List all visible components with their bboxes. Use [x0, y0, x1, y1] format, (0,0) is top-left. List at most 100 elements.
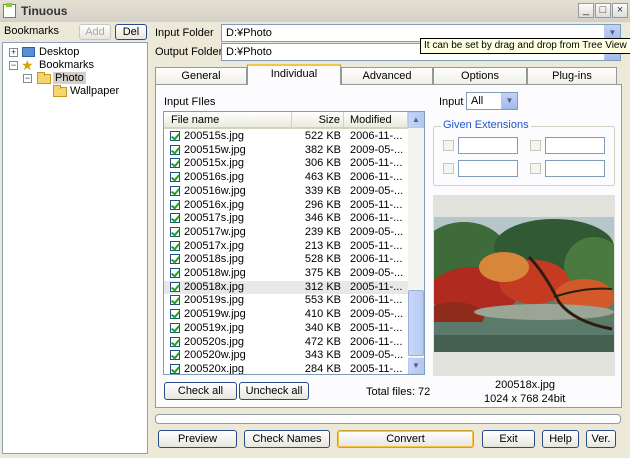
file-size: 346 KB	[304, 212, 341, 224]
row-checkbox[interactable]	[170, 172, 180, 182]
extension-input[interactable]	[545, 137, 605, 154]
table-row[interactable]: 200517x.jpg 213 KB 2005-11-...	[164, 240, 408, 253]
row-checkbox[interactable]	[170, 309, 180, 319]
row-checkbox[interactable]	[170, 282, 180, 292]
maximize-button[interactable]: □	[595, 3, 611, 18]
table-row[interactable]: 200519s.jpg 553 KB 2006-11-...	[164, 294, 408, 307]
table-row[interactable]: 200519x.jpg 340 KB 2005-11-...	[164, 322, 408, 335]
table-row[interactable]: 200516x.jpg 296 KB 2005-11-...	[164, 199, 408, 212]
extension-checkbox[interactable]	[530, 163, 541, 174]
table-row[interactable]: 200515w.jpg 382 KB 2009-05-...	[164, 144, 408, 157]
extension-checkbox[interactable]	[443, 163, 454, 174]
close-button[interactable]: ×	[612, 3, 628, 18]
collapse-icon[interactable]: −	[9, 61, 18, 70]
row-checkbox[interactable]	[170, 337, 180, 347]
chevron-down-icon[interactable]: ▼	[501, 93, 517, 109]
row-checkbox[interactable]	[170, 350, 180, 360]
file-name: 200520s.jpg	[184, 336, 244, 348]
row-checkbox[interactable]	[170, 227, 180, 237]
row-checkbox[interactable]	[170, 323, 180, 333]
table-row[interactable]: 200517w.jpg 239 KB 2009-05-...	[164, 226, 408, 239]
table-row[interactable]: 200515s.jpg 522 KB 2006-11-...	[164, 130, 408, 143]
row-checkbox[interactable]	[170, 268, 180, 278]
row-checkbox[interactable]	[170, 158, 180, 168]
given-extensions-group	[433, 126, 615, 186]
table-row[interactable]: 200520x.jpg 284 KB 2005-11-...	[164, 363, 408, 375]
file-modified: 2006-11-...	[350, 253, 403, 265]
scroll-thumb[interactable]	[408, 290, 424, 356]
convert-button[interactable]: Convert	[337, 430, 474, 448]
input-files-list[interactable]: File name Size Modified 200515s.jpg 522 K…	[163, 111, 425, 375]
table-row[interactable]: 200519w.jpg 410 KB 2009-05-...	[164, 308, 408, 321]
input-folder-label: Input Folder	[155, 27, 214, 39]
table-row[interactable]: 200520s.jpg 472 KB 2006-11-...	[164, 336, 408, 349]
table-row[interactable]: 200518x.jpg 312 KB 2005-11-...	[164, 281, 408, 294]
row-checkbox[interactable]	[170, 186, 180, 196]
preview-button[interactable]: Preview	[158, 430, 237, 448]
tab-advanced[interactable]: Advanced	[341, 67, 433, 84]
row-checkbox[interactable]	[170, 213, 180, 223]
row-checkbox[interactable]	[170, 241, 180, 251]
title-bar[interactable]: Tinuous _ □ ×	[0, 0, 630, 22]
version-button[interactable]: Ver.	[586, 430, 616, 448]
table-row[interactable]: 200520w.jpg 343 KB 2009-05-...	[164, 349, 408, 362]
add-bookmark-button[interactable]: Add	[79, 24, 111, 40]
file-modified: 2009-05-...	[350, 308, 404, 320]
check-all-button[interactable]: Check all	[164, 382, 237, 400]
column-header-size[interactable]: Size	[292, 112, 344, 129]
exit-button[interactable]: Exit	[482, 430, 535, 448]
table-row[interactable]: 200517s.jpg 346 KB 2006-11-...	[164, 212, 408, 225]
extension-input[interactable]	[458, 137, 518, 154]
tree-node-photo[interactable]: − Photo	[23, 72, 143, 86]
table-row[interactable]: 200515x.jpg 306 KB 2005-11-...	[164, 157, 408, 170]
expand-icon[interactable]: +	[9, 48, 18, 57]
file-size: 410 KB	[304, 308, 341, 320]
file-modified: 2006-11-...	[350, 336, 403, 348]
input-folder-value: D:¥Photo	[226, 27, 272, 39]
tree-node-bookmarks[interactable]: − ★ Bookmarks	[9, 58, 139, 73]
file-name: 200516w.jpg	[184, 185, 246, 197]
file-name: 200519x.jpg	[184, 322, 244, 334]
row-checkbox[interactable]	[170, 200, 180, 210]
column-header-filename[interactable]: File name	[164, 112, 292, 129]
folder-tree[interactable]: + Desktop − ★ Bookmarks − Photo Wallpape…	[2, 42, 148, 454]
preview-info: 1024 x 768 24bit	[484, 393, 566, 405]
tree-node-wallpaper[interactable]: Wallpaper	[53, 85, 145, 99]
output-folder-label: Output Folder	[155, 46, 223, 58]
file-modified: 2009-05-...	[350, 185, 404, 197]
row-checkbox[interactable]	[170, 254, 180, 264]
collapse-icon[interactable]: −	[23, 74, 32, 83]
extension-checkbox[interactable]	[530, 140, 541, 151]
table-row[interactable]: 200518s.jpg 528 KB 2006-11-...	[164, 253, 408, 266]
extension-checkbox[interactable]	[443, 140, 454, 151]
extension-input[interactable]	[458, 160, 518, 177]
folder-open-icon	[37, 72, 51, 84]
tab-options[interactable]: Options	[433, 67, 527, 84]
table-row[interactable]: 200516w.jpg 339 KB 2009-05-...	[164, 185, 408, 198]
row-checkbox[interactable]	[170, 145, 180, 155]
list-scrollbar[interactable]: ▲ ▼	[408, 112, 424, 374]
uncheck-all-button[interactable]: Uncheck all	[239, 382, 309, 400]
column-header-modified[interactable]: Modified	[344, 112, 408, 129]
check-names-button[interactable]: Check Names	[244, 430, 330, 448]
table-row[interactable]: 200516s.jpg 463 KB 2006-11-...	[164, 171, 408, 184]
row-checkbox[interactable]	[170, 295, 180, 305]
tab-plugins[interactable]: Plug-ins	[527, 67, 617, 84]
file-size: 553 KB	[304, 294, 341, 306]
tree-label: Desktop	[39, 46, 80, 58]
row-checkbox[interactable]	[170, 131, 180, 141]
minimize-button[interactable]: _	[578, 3, 594, 18]
help-button[interactable]: Help	[542, 430, 579, 448]
tab-individual[interactable]: Individual	[247, 64, 341, 85]
extension-input[interactable]	[545, 160, 605, 177]
table-row[interactable]: 200518w.jpg 375 KB 2009-05-...	[164, 267, 408, 280]
scroll-down-icon[interactable]: ▼	[408, 358, 424, 374]
input-filter-select[interactable]: All ▼	[466, 92, 518, 110]
file-modified: 2005-11-...	[350, 363, 403, 375]
delete-bookmark-button[interactable]: Del	[115, 24, 147, 40]
scroll-up-icon[interactable]: ▲	[408, 112, 424, 128]
tab-general[interactable]: General	[155, 67, 247, 84]
input-files-label: Input FIles	[164, 96, 216, 108]
row-checkbox[interactable]	[170, 364, 180, 374]
file-size: 343 KB	[304, 349, 341, 361]
